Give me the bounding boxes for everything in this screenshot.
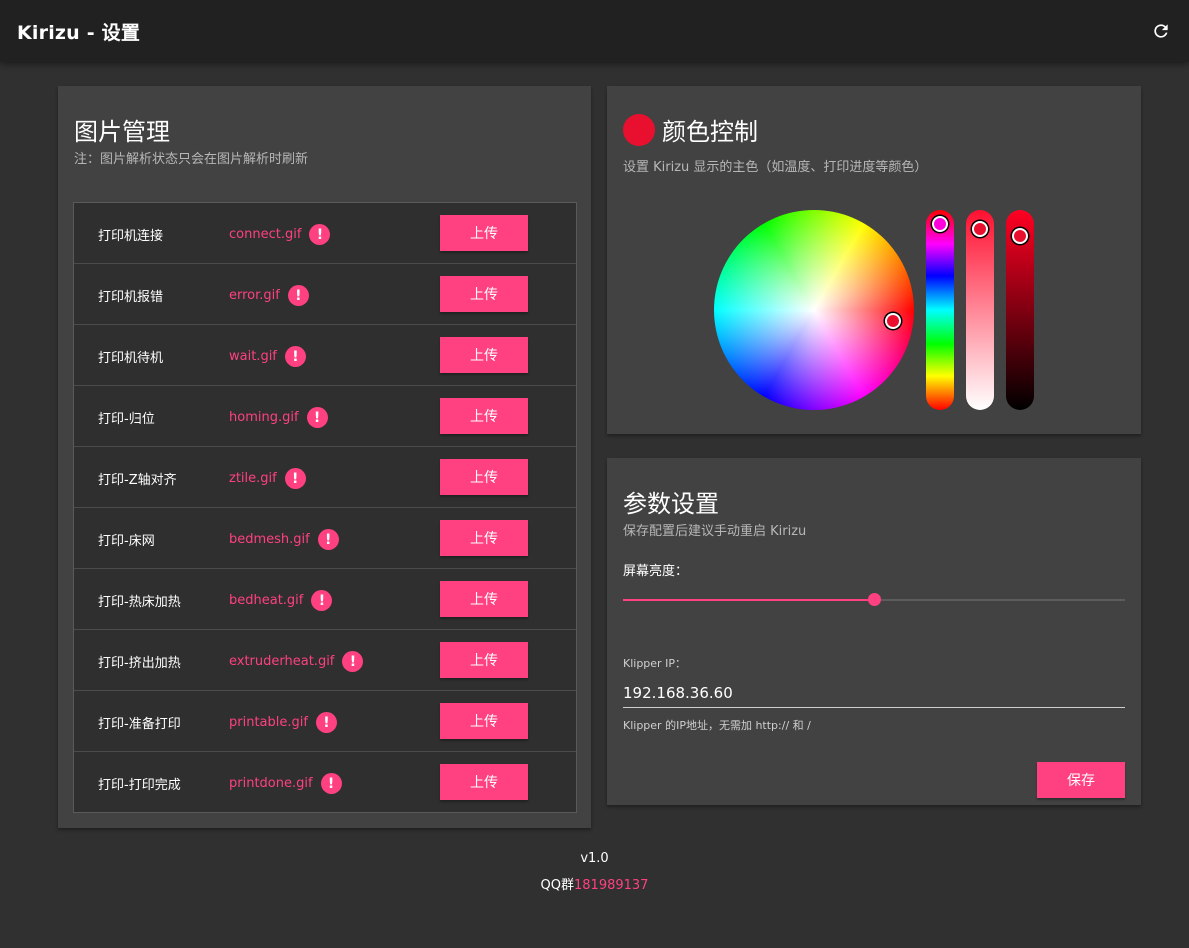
- upload-button[interactable]: 上传: [440, 215, 528, 251]
- image-row-file: bedheat.gif!: [229, 590, 333, 611]
- exclamation-circle-icon[interactable]: !: [309, 224, 331, 245]
- image-file-name: printdone.gif: [229, 776, 313, 791]
- brightness-slider-fill: [623, 599, 874, 601]
- upload-button[interactable]: 上传: [440, 520, 528, 556]
- image-file-name: printable.gif: [229, 715, 308, 730]
- hue-slider-handle[interactable]: [932, 216, 948, 232]
- upload-button[interactable]: 上传: [440, 642, 528, 678]
- settings-card-subtitle: 保存配置后建议手动重启 Kirizu: [623, 524, 807, 539]
- image-row-file: printable.gif!: [229, 712, 337, 733]
- image-row-file: homing.gif!: [229, 407, 328, 428]
- brightness-slider-thumb[interactable]: [868, 593, 881, 606]
- image-row-label: 打印-归位: [98, 412, 155, 427]
- image-card-title: 图片管理: [74, 118, 170, 146]
- image-row: 打印-床网 bedmesh.gif! 上传: [74, 508, 576, 569]
- image-row-label: 打印-准备打印: [98, 717, 181, 732]
- klipper-ip-hint: Klipper 的IP地址，无需加 http:// 和 /: [623, 719, 811, 732]
- refresh-button[interactable]: [1149, 19, 1173, 43]
- color-card-subtitle: 设置 Kirizu 显示的主色（如温度、打印进度等颜色）: [623, 160, 928, 175]
- value-slider[interactable]: [1006, 210, 1034, 410]
- klipper-ip-input[interactable]: [623, 678, 1125, 708]
- image-row-file: connect.gif!: [229, 224, 331, 245]
- exclamation-circle-icon[interactable]: !: [284, 468, 306, 489]
- upload-button[interactable]: 上传: [440, 764, 528, 800]
- brightness-slider[interactable]: [623, 593, 1125, 606]
- hue-slider[interactable]: [926, 210, 954, 410]
- qq-group-link[interactable]: 181989137: [574, 878, 648, 893]
- selected-color-swatch: [623, 114, 655, 146]
- image-card-subtitle: 注：图片解析状态只会在图片解析时刷新: [74, 152, 309, 167]
- exclamation-circle-icon[interactable]: !: [311, 590, 333, 611]
- image-management-card: 图片管理 注：图片解析状态只会在图片解析时刷新 打印机连接 connect.gif…: [58, 86, 591, 828]
- image-row-label: 打印-热床加热: [98, 595, 181, 610]
- color-card-title: 颜色控制: [662, 118, 758, 146]
- image-row: 打印-热床加热 bedheat.gif! 上传: [74, 569, 576, 630]
- saturation-slider[interactable]: [966, 210, 994, 410]
- image-row-label: 打印-挤出加热: [98, 656, 181, 671]
- settings-card: 参数设置 保存配置后建议手动重启 Kirizu 屏幕亮度： Klipper IP…: [607, 458, 1141, 805]
- upload-button[interactable]: 上传: [440, 276, 528, 312]
- value-slider-handle[interactable]: [1012, 228, 1028, 245]
- footer: v1.0 QQ群181989137: [0, 849, 1189, 903]
- image-row: 打印-打印完成 printdone.gif! 上传: [74, 752, 576, 813]
- refresh-icon: [1154, 24, 1168, 38]
- exclamation-circle-icon[interactable]: !: [287, 285, 309, 306]
- version-text: v1.0: [580, 851, 609, 866]
- exclamation-circle-icon[interactable]: !: [317, 529, 339, 550]
- image-row-file: bedmesh.gif!: [229, 529, 339, 550]
- exclamation-circle-icon[interactable]: !: [320, 773, 342, 794]
- image-row-label: 打印-Z轴对齐: [98, 473, 177, 488]
- upload-button[interactable]: 上传: [440, 398, 528, 434]
- exclamation-circle-icon[interactable]: !: [284, 346, 306, 367]
- image-row: 打印-归位 homing.gif! 上传: [74, 386, 576, 447]
- image-row-file: error.gif!: [229, 285, 309, 306]
- image-row: 打印-Z轴对齐 ztile.gif! 上传: [74, 447, 576, 508]
- image-row: 打印机报错 error.gif! 上传: [74, 264, 576, 325]
- app-title: Kirizu - 设置: [17, 21, 141, 44]
- image-table: 打印机连接 connect.gif! 上传 打印机报错 error.gif! 上传 打印机待…: [73, 202, 577, 813]
- color-wheel[interactable]: [714, 210, 914, 410]
- upload-button[interactable]: 上传: [440, 581, 528, 617]
- image-row-label: 打印-床网: [98, 534, 155, 549]
- image-file-name: extruderheat.gif: [229, 654, 335, 669]
- image-file-name: wait.gif: [229, 349, 277, 364]
- save-button[interactable]: 保存: [1037, 762, 1125, 798]
- settings-card-title: 参数设置: [623, 490, 719, 518]
- image-row-file: printdone.gif!: [229, 773, 342, 794]
- image-row: 打印-挤出加热 extruderheat.gif! 上传: [74, 630, 576, 691]
- image-file-name: bedmesh.gif: [229, 532, 310, 547]
- image-row-label: 打印机报错: [98, 290, 164, 305]
- app-bar: Kirizu - 设置: [0, 0, 1189, 62]
- image-row-file: wait.gif!: [229, 346, 306, 367]
- color-wheel-handle[interactable]: [885, 313, 902, 330]
- image-file-name: error.gif: [229, 288, 280, 303]
- klipper-ip-label: Klipper IP：: [623, 657, 686, 670]
- image-row-file: extruderheat.gif!: [229, 651, 364, 672]
- image-row-label: 打印-打印完成: [98, 778, 181, 793]
- qq-group-label: QQ群: [540, 878, 574, 893]
- qq-group-line: QQ群181989137: [0, 876, 1189, 903]
- image-row: 打印-准备打印 printable.gif! 上传: [74, 691, 576, 752]
- color-control-card: 颜色控制 设置 Kirizu 显示的主色（如温度、打印进度等颜色）: [607, 86, 1141, 434]
- image-row-label: 打印机待机: [98, 351, 164, 366]
- saturation-slider-handle[interactable]: [972, 221, 988, 237]
- brightness-label: 屏幕亮度：: [623, 564, 689, 579]
- exclamation-circle-icon[interactable]: !: [315, 712, 337, 733]
- exclamation-circle-icon[interactable]: !: [342, 651, 364, 672]
- image-file-name: connect.gif: [229, 227, 302, 242]
- exclamation-circle-icon[interactable]: !: [306, 407, 328, 428]
- image-file-name: homing.gif: [229, 410, 299, 425]
- image-row-label: 打印机连接: [98, 229, 164, 244]
- image-file-name: bedheat.gif: [229, 593, 304, 608]
- upload-button[interactable]: 上传: [440, 337, 528, 373]
- upload-button[interactable]: 上传: [440, 703, 528, 739]
- image-row-file: ztile.gif!: [229, 468, 306, 489]
- image-row: 打印机待机 wait.gif! 上传: [74, 325, 576, 386]
- upload-button[interactable]: 上传: [440, 459, 528, 495]
- image-file-name: ztile.gif: [229, 471, 277, 486]
- image-row: 打印机连接 connect.gif! 上传: [74, 203, 576, 264]
